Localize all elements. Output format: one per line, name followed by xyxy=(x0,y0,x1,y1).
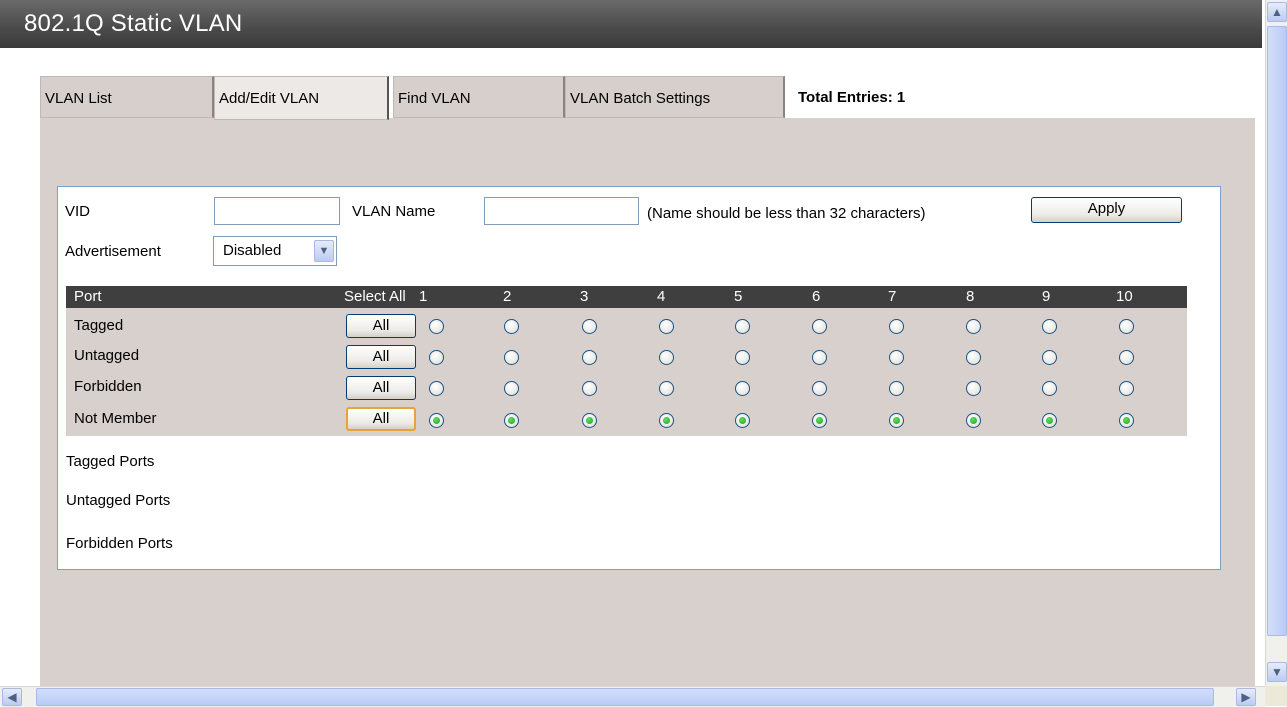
vlan-name-input[interactable] xyxy=(484,197,639,225)
scroll-corner xyxy=(1265,686,1287,706)
not-member-port-6-radio[interactable] xyxy=(812,413,827,428)
tagged-port-6-radio[interactable] xyxy=(812,319,827,334)
vid-input[interactable] xyxy=(214,197,340,225)
untagged-port-1-radio[interactable] xyxy=(429,350,444,365)
apply-button[interactable]: Apply xyxy=(1031,197,1182,223)
tagged-port-5-radio[interactable] xyxy=(735,319,750,334)
untagged-all-button[interactable]: All xyxy=(346,345,416,369)
select-all-header: Select All xyxy=(344,288,406,305)
tagged-port-3-radio[interactable] xyxy=(582,319,597,334)
port-number: 3 xyxy=(580,288,589,305)
page-title: 802.1Q Static VLAN xyxy=(24,10,243,37)
port-number: 10 xyxy=(1116,288,1133,305)
tab-vlan-list[interactable]: VLAN List xyxy=(40,76,214,118)
title-bar: 802.1Q Static VLAN xyxy=(0,0,1262,48)
tagged-port-10-radio[interactable] xyxy=(1119,319,1134,334)
total-entries: Total Entries: 1 xyxy=(798,89,906,106)
untagged-port-9-radio[interactable] xyxy=(1042,350,1057,365)
forbidden-port-9-radio[interactable] xyxy=(1042,381,1057,396)
port-number: 5 xyxy=(734,288,743,305)
row-label-not-member: Not Member xyxy=(74,410,157,427)
chevron-left-icon[interactable]: ◀ xyxy=(2,688,22,706)
tab-find-vlan[interactable]: Find VLAN xyxy=(393,76,565,118)
row-label-untagged: Untagged xyxy=(74,347,140,364)
untagged-port-10-radio[interactable] xyxy=(1119,350,1134,365)
port-number: 1 xyxy=(419,288,428,305)
tagged-port-1-radio[interactable] xyxy=(429,319,444,334)
not-member-port-7-radio[interactable] xyxy=(889,413,904,428)
row-label-forbidden: Forbidden xyxy=(74,378,142,395)
vertical-scrollbar[interactable]: ▲ ▼ xyxy=(1265,0,1287,686)
not-member-port-9-radio[interactable] xyxy=(1042,413,1057,428)
not-member-port-10-radio[interactable] xyxy=(1119,413,1134,428)
forbidden-port-4-radio[interactable] xyxy=(659,381,674,396)
untagged-port-5-radio[interactable] xyxy=(735,350,750,365)
not-member-port-5-radio[interactable] xyxy=(735,413,750,428)
port-number: 9 xyxy=(1042,288,1051,305)
port-number: 6 xyxy=(812,288,821,305)
tagged-port-9-radio[interactable] xyxy=(1042,319,1057,334)
port-number: 7 xyxy=(888,288,897,305)
tagged-port-4-radio[interactable] xyxy=(659,319,674,334)
tagged-port-7-radio[interactable] xyxy=(889,319,904,334)
untagged-ports-label: Untagged Ports xyxy=(66,492,171,509)
forbidden-port-8-radio[interactable] xyxy=(966,381,981,396)
forbidden-port-3-radio[interactable] xyxy=(582,381,597,396)
vid-label: VID xyxy=(65,203,91,220)
port-number: 4 xyxy=(657,288,666,305)
not-member-all-button[interactable]: All xyxy=(346,407,416,431)
forbidden-port-6-radio[interactable] xyxy=(812,381,827,396)
forbidden-port-2-radio[interactable] xyxy=(504,381,519,396)
vertical-scroll-thumb[interactable] xyxy=(1267,26,1287,636)
forbidden-port-10-radio[interactable] xyxy=(1119,381,1134,396)
forbidden-ports-label: Forbidden Ports xyxy=(66,535,173,552)
port-number: 2 xyxy=(503,288,512,305)
chevron-down-icon[interactable]: ▼ xyxy=(314,240,334,262)
tab-add-edit-vlan[interactable]: Add/Edit VLAN xyxy=(214,76,389,120)
untagged-port-4-radio[interactable] xyxy=(659,350,674,365)
advertisement-label: Advertisement xyxy=(65,243,161,260)
port-header: Port xyxy=(74,288,102,305)
vlan-name-label: VLAN Name xyxy=(352,203,436,220)
forbidden-port-7-radio[interactable] xyxy=(889,381,904,396)
chevron-right-icon[interactable]: ▶ xyxy=(1236,688,1256,706)
not-member-port-1-radio[interactable] xyxy=(429,413,444,428)
row-label-tagged: Tagged xyxy=(74,317,124,334)
untagged-port-3-radio[interactable] xyxy=(582,350,597,365)
untagged-port-6-radio[interactable] xyxy=(812,350,827,365)
tab-vlan-batch-settings[interactable]: VLAN Batch Settings xyxy=(565,76,785,118)
advertisement-value: Disabled xyxy=(223,242,282,259)
tagged-ports-label: Tagged Ports xyxy=(66,453,155,470)
untagged-port-8-radio[interactable] xyxy=(966,350,981,365)
chevron-up-icon[interactable]: ▲ xyxy=(1267,2,1287,22)
horizontal-scroll-thumb[interactable] xyxy=(36,688,1214,706)
not-member-port-2-radio[interactable] xyxy=(504,413,519,428)
tagged-port-2-radio[interactable] xyxy=(504,319,519,334)
chevron-down-icon[interactable]: ▼ xyxy=(1267,662,1287,682)
forbidden-port-1-radio[interactable] xyxy=(429,381,444,396)
name-hint: (Name should be less than 32 characters) xyxy=(647,205,926,222)
forbidden-port-5-radio[interactable] xyxy=(735,381,750,396)
tagged-all-button[interactable]: All xyxy=(346,314,416,338)
not-member-port-4-radio[interactable] xyxy=(659,413,674,428)
tagged-port-8-radio[interactable] xyxy=(966,319,981,334)
port-number: 8 xyxy=(966,288,975,305)
horizontal-scrollbar[interactable]: ◀ ▶ xyxy=(0,686,1265,707)
forbidden-all-button[interactable]: All xyxy=(346,376,416,400)
port-table-header: Port Select All 1 2 3 4 5 6 7 8 9 10 xyxy=(66,286,1187,308)
untagged-port-7-radio[interactable] xyxy=(889,350,904,365)
port-table: Port Select All 1 2 3 4 5 6 7 8 9 10 Tag… xyxy=(66,286,1187,436)
not-member-port-3-radio[interactable] xyxy=(582,413,597,428)
advertisement-select[interactable]: Disabled ▼ xyxy=(213,236,337,266)
not-member-port-8-radio[interactable] xyxy=(966,413,981,428)
untagged-port-2-radio[interactable] xyxy=(504,350,519,365)
